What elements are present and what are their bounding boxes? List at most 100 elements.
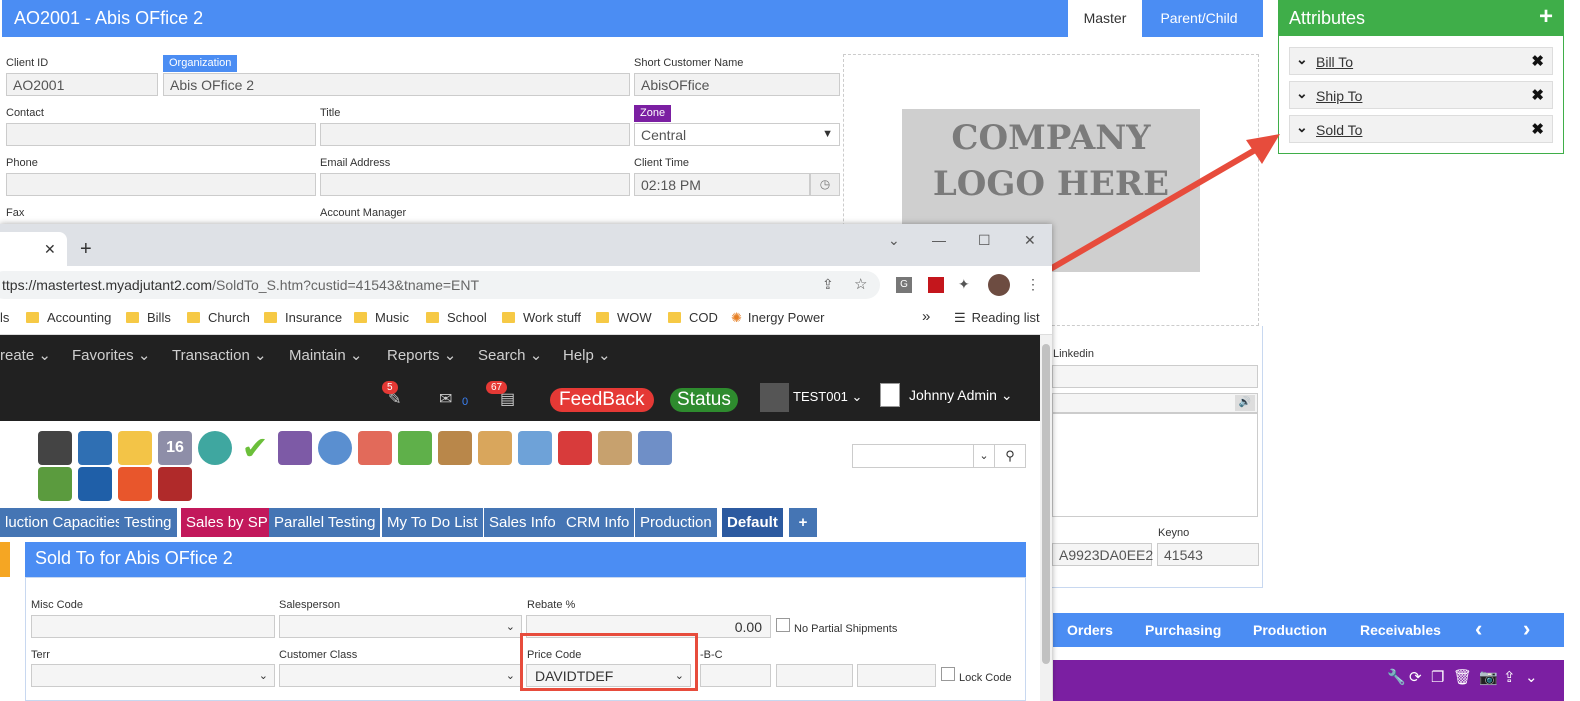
tab-parent-child[interactable]: Parent/Child <box>1142 0 1256 37</box>
bank-icon[interactable] <box>38 431 72 465</box>
outbox-icon[interactable] <box>478 431 512 465</box>
search-icon[interactable] <box>318 431 352 465</box>
menu-help[interactable]: Help ⌄ <box>563 346 611 364</box>
organization-input[interactable]: Abis OFfice 2 <box>163 73 630 96</box>
menu-transaction[interactable]: Transaction ⌄ <box>172 346 267 364</box>
tab-master[interactable]: Master <box>1068 0 1142 37</box>
trash-icon[interactable]: 🗑 <box>1453 668 1472 686</box>
keyno-input[interactable]: 41543 <box>1157 543 1259 566</box>
menu-dots-icon[interactable]: ⋮ <box>1026 276 1040 293</box>
clipboard-icon[interactable] <box>598 431 632 465</box>
bookmarks-overflow[interactable]: » <box>922 308 930 325</box>
clock-icon[interactable]: ◷ <box>810 173 840 196</box>
tab-my-to-do-list[interactable]: My To Do List <box>382 508 483 537</box>
minimize-icon[interactable]: — <box>932 232 946 248</box>
feedback-button[interactable]: FeedBack <box>550 388 654 412</box>
close-icon[interactable]: ✖ <box>1531 120 1544 138</box>
attribute-row-ship-to[interactable]: ⌄ Ship To ✖ <box>1289 81 1553 109</box>
terr-select[interactable]: ⌄ <box>31 664 275 687</box>
abc-input-b[interactable] <box>776 664 853 687</box>
new-tab-icon[interactable]: + <box>80 238 92 261</box>
chevron-down-icon[interactable]: ⌄ <box>1525 668 1538 686</box>
tab-testing[interactable]: Testing <box>119 508 177 537</box>
title-input[interactable] <box>320 123 630 146</box>
weather-icon[interactable] <box>118 431 152 465</box>
status-button[interactable]: Status <box>670 388 738 412</box>
search-icon[interactable]: ⚲ <box>994 444 1026 468</box>
speaker-icon[interactable]: 🔊 <box>1235 395 1255 411</box>
nav-receivables[interactable]: Receivables <box>1360 622 1441 638</box>
phone-input[interactable] <box>6 173 316 196</box>
tab-parallel-testing[interactable]: Parallel Testing <box>269 508 381 537</box>
tab-search-icon[interactable]: ⌄ <box>888 232 900 249</box>
tab-production-capacities[interactable]: luction Capacities <box>0 508 128 537</box>
inbox-icon[interactable] <box>438 431 472 465</box>
no-partial-checkbox[interactable] <box>776 618 790 632</box>
attribute-link-bill-to[interactable]: Bill To <box>1316 54 1353 70</box>
customer-class-select[interactable]: ⌄ <box>279 664 522 687</box>
maximize-icon[interactable]: ☐ <box>978 232 991 249</box>
nav-production[interactable]: Production <box>1253 622 1327 638</box>
client-id-input[interactable]: AO2001 <box>6 73 158 96</box>
reading-list-button[interactable]: ☰ Reading list <box>954 310 1040 326</box>
nav-purchasing[interactable]: Purchasing <box>1145 622 1221 638</box>
bookmark-item[interactable]: Work stuff <box>502 310 581 325</box>
pdf-extension-icon[interactable] <box>928 277 944 293</box>
attribute-link-sold-to[interactable]: Sold To <box>1316 122 1362 138</box>
transfer-icon[interactable] <box>118 467 152 501</box>
menu-maintain[interactable]: Maintain ⌄ <box>289 346 362 364</box>
chevron-right-icon[interactable]: › <box>1523 616 1530 642</box>
bookmark-item[interactable]: Music <box>354 310 409 325</box>
basket-icon[interactable] <box>398 431 432 465</box>
contact-input[interactable] <box>6 123 316 146</box>
bookmark-item[interactable]: Bills <box>126 310 171 325</box>
user-menu[interactable]: Johnny Admin ⌄ <box>909 387 1013 404</box>
scrollbar-thumb[interactable] <box>1042 344 1050 664</box>
misc-code-input[interactable] <box>31 615 275 638</box>
handshake-icon[interactable] <box>518 431 552 465</box>
add-attribute-button[interactable]: + <box>1539 3 1553 31</box>
chevron-down-icon[interactable]: ⌄ <box>1296 51 1308 68</box>
money-icon[interactable] <box>38 467 72 501</box>
address-bar[interactable]: ttps://mastertest.myadjutant2.com/SoldTo… <box>0 271 880 299</box>
client-time-input[interactable]: 02:18 PM <box>634 173 810 196</box>
zone-select[interactable]: Central ▼ <box>634 123 840 146</box>
close-icon[interactable]: ✖ <box>1531 86 1544 104</box>
company-selector[interactable]: TEST001 ⌄ <box>793 389 862 405</box>
tab-sales-info[interactable]: Sales Info <box>484 508 561 537</box>
list-icon[interactable] <box>278 431 312 465</box>
bookmark-item[interactable]: Church <box>187 310 250 325</box>
linkedin-input[interactable] <box>1052 365 1258 388</box>
calendar-icon[interactable]: 16 <box>158 431 192 465</box>
profile-avatar[interactable] <box>988 274 1010 296</box>
browser-tab[interactable] <box>0 232 67 266</box>
upload-icon[interactable]: ⇪ <box>1503 668 1516 686</box>
clock-icon[interactable] <box>198 431 232 465</box>
attribute-row-sold-to[interactable]: ⌄ Sold To ✖ <box>1289 115 1553 143</box>
add-tab-button[interactable]: + <box>789 508 817 537</box>
truck-icon[interactable] <box>358 431 392 465</box>
bookmark-item[interactable]: COD <box>668 310 718 325</box>
extension-g-icon[interactable]: G <box>896 277 912 293</box>
share-icon[interactable]: ⇪ <box>822 276 834 293</box>
menu-create[interactable]: reate ⌄ <box>0 346 51 364</box>
factory-icon[interactable] <box>158 467 192 501</box>
close-icon[interactable]: ✕ <box>44 241 56 258</box>
menu-favorites[interactable]: Favorites ⌄ <box>72 346 150 364</box>
notes-textarea[interactable] <box>1052 413 1258 517</box>
bookmark-item[interactable]: Accounting <box>26 310 111 325</box>
price-chat-icon[interactable] <box>558 431 592 465</box>
bookmark-item[interactable]: School <box>426 310 487 325</box>
customer-icon[interactable] <box>78 431 112 465</box>
tab-production[interactable]: Production <box>635 508 717 537</box>
puzzle-icon[interactable]: ✦ <box>958 276 970 293</box>
tab-default[interactable]: Default <box>722 508 783 537</box>
menu-reports[interactable]: Reports ⌄ <box>387 346 456 364</box>
globe-icon[interactable] <box>78 467 112 501</box>
chevron-down-icon[interactable]: ⌄ <box>1296 85 1308 102</box>
refresh-icon[interactable]: ⟳ <box>1409 668 1422 686</box>
star-icon[interactable]: ☆ <box>854 275 867 293</box>
salesperson-select[interactable]: ⌄ <box>279 615 522 638</box>
close-icon[interactable]: ✖ <box>1531 52 1544 70</box>
camera-icon[interactable]: 📷 <box>1479 668 1498 686</box>
